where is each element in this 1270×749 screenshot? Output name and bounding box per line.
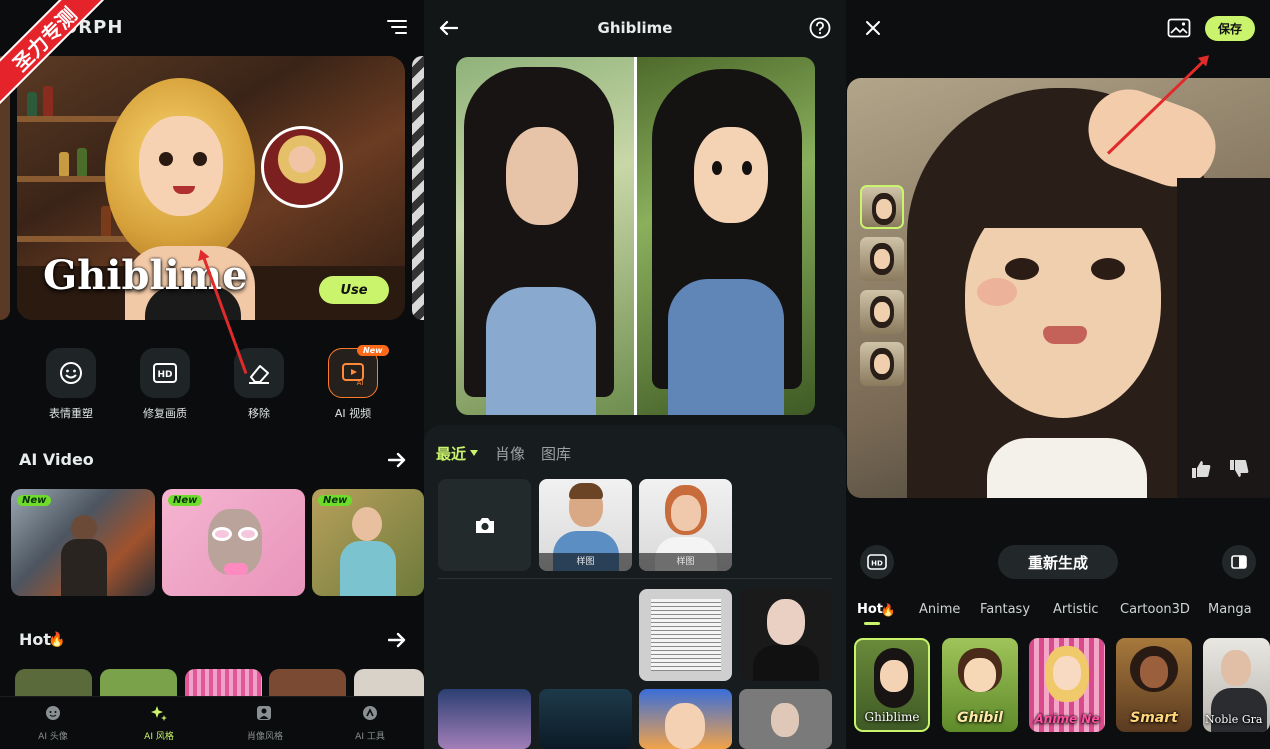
result-variant-thumb[interactable] — [860, 342, 904, 386]
hd-icon: HD — [867, 554, 887, 570]
category-tab-hot[interactable]: Hot — [857, 602, 883, 617]
new-badge: New — [17, 495, 52, 506]
nav-label-active[interactable]: AI 风格 — [119, 729, 199, 742]
svg-text:HD: HD — [157, 370, 172, 380]
before-after-preview — [456, 57, 815, 415]
style-label: Noble Gra — [1205, 713, 1263, 726]
photo-picker-panel: Ghiblime 最近 肖像 图库 样图 样图 — [424, 0, 846, 749]
tool-label: AI 视频 — [334, 407, 372, 420]
category-tab-artistic[interactable]: Artistic — [1053, 602, 1099, 617]
close-icon[interactable] — [862, 17, 884, 39]
face-smile-icon — [60, 362, 82, 384]
new-badge: New — [318, 495, 353, 506]
sample-caption: 样图 — [539, 553, 632, 571]
hot-section-title: Hot — [19, 630, 52, 649]
style-card[interactable]: Smart — [1116, 638, 1192, 732]
save-button[interactable]: 保存 — [1205, 16, 1255, 41]
category-tab-manga[interactable]: Manga — [1208, 602, 1252, 617]
sample-caption: 样图 — [639, 553, 732, 571]
bottom-nav: AI 头像 AI 风格 肖像风格 AI 工具 — [0, 696, 424, 749]
regenerate-button[interactable]: 重新生成 — [998, 545, 1118, 579]
hd-button[interactable]: HD — [860, 545, 894, 579]
tab-portrait[interactable]: 肖像 — [495, 443, 525, 464]
style-card-selected[interactable]: Ghiblime — [854, 638, 930, 732]
style-label: Anime Ne — [1034, 712, 1100, 726]
category-tab-cartoon3d[interactable]: Cartoon3D — [1120, 602, 1190, 617]
tool-label: 表情重塑 — [49, 407, 93, 420]
dropdown-caret-icon[interactable] — [469, 448, 479, 458]
enhance-tool-button[interactable]: HD — [140, 348, 190, 398]
result-variant-thumb[interactable] — [860, 185, 904, 229]
ai-video-icon: AI — [342, 363, 364, 386]
eraser-icon — [249, 365, 269, 384]
nav-label[interactable]: AI 工具 — [330, 729, 410, 742]
tab-recent[interactable]: 最近 — [436, 443, 466, 464]
category-tab-anime[interactable]: Anime — [919, 602, 960, 617]
active-category-indicator — [864, 622, 880, 625]
result-variant-thumb[interactable] — [860, 237, 904, 281]
expression-tool-button[interactable] — [46, 348, 96, 398]
ai-video-section-title: AI Video — [19, 450, 94, 469]
nav-label[interactable]: AI 头像 — [13, 729, 93, 742]
compare-divider[interactable] — [634, 57, 637, 415]
ai-video-card[interactable]: New — [11, 489, 155, 596]
page-title: Ghiblime — [597, 19, 673, 37]
split-compare-button[interactable] — [1222, 545, 1256, 579]
style-card[interactable]: Anime Ne — [1029, 638, 1105, 732]
style-card[interactable]: Ghibil — [942, 638, 1018, 732]
thumbs-down-icon[interactable] — [1227, 458, 1251, 480]
result-variant-thumb[interactable] — [860, 290, 904, 334]
menu-icon[interactable] — [386, 17, 408, 37]
gallery-photo[interactable] — [639, 589, 732, 681]
gallery-photo[interactable] — [639, 689, 732, 749]
hot-more-arrow-icon[interactable] — [386, 629, 408, 651]
ai-style-nav-icon[interactable] — [150, 705, 168, 721]
compare-image-icon[interactable] — [1167, 17, 1191, 39]
thumbs-up-icon[interactable] — [1189, 458, 1213, 480]
hd-enhance-icon: HD — [153, 363, 177, 383]
ai-video-card[interactable]: New — [312, 489, 424, 596]
tool-label: 移除 — [248, 407, 270, 420]
sample-photo[interactable]: 样图 — [539, 479, 632, 571]
carousel-next-peek[interactable] — [412, 56, 424, 320]
gallery-photo[interactable] — [539, 689, 632, 749]
help-icon[interactable] — [809, 17, 831, 39]
ai-video-new-badge: New — [357, 345, 389, 356]
character-face — [139, 116, 223, 216]
ai-video-more-arrow-icon[interactable] — [386, 449, 408, 471]
category-tab-fantasy[interactable]: Fantasy — [980, 602, 1030, 617]
ai-avatar-nav-icon[interactable] — [45, 705, 63, 721]
sample-photo[interactable]: 样图 — [639, 479, 732, 571]
svg-text:AI: AI — [357, 379, 364, 386]
original-photo-avatar — [261, 126, 343, 208]
remove-tool-button[interactable] — [234, 348, 284, 398]
ai-video-card[interactable]: New — [162, 489, 305, 596]
style-label: Smart — [1130, 710, 1178, 726]
gallery-photo[interactable] — [739, 589, 832, 681]
gallery-photo[interactable] — [739, 689, 832, 749]
nav-label[interactable]: 肖像风格 — [225, 729, 305, 742]
tool-label: 修复画质 — [143, 407, 187, 420]
home-panel: ORPH Ghiblime Use HD AI New 表情重塑 修复画质 移除… — [0, 0, 424, 749]
use-button[interactable]: Use — [319, 276, 389, 304]
svg-text:HD: HD — [871, 560, 883, 568]
result-image — [847, 78, 1270, 498]
gallery-photo[interactable] — [438, 689, 531, 749]
portrait-style-nav-icon[interactable] — [256, 705, 274, 721]
style-label: Ghiblime — [864, 710, 920, 724]
new-badge: New — [168, 495, 203, 506]
camera-icon — [476, 518, 494, 533]
result-panel: 保存 HD 重新生成 Hot Anime Fantasy Artistic Ca… — [846, 0, 1270, 749]
tab-gallery[interactable]: 图库 — [541, 443, 571, 464]
fire-icon: 🔥 — [48, 632, 66, 648]
split-view-icon — [1231, 555, 1247, 569]
camera-capture-tile[interactable] — [438, 479, 531, 571]
style-label: Ghibil — [957, 710, 1003, 726]
style-card[interactable]: Noble Gra — [1203, 638, 1270, 732]
ai-tools-nav-icon[interactable] — [362, 705, 380, 721]
fire-icon: 🔥 — [880, 603, 896, 617]
